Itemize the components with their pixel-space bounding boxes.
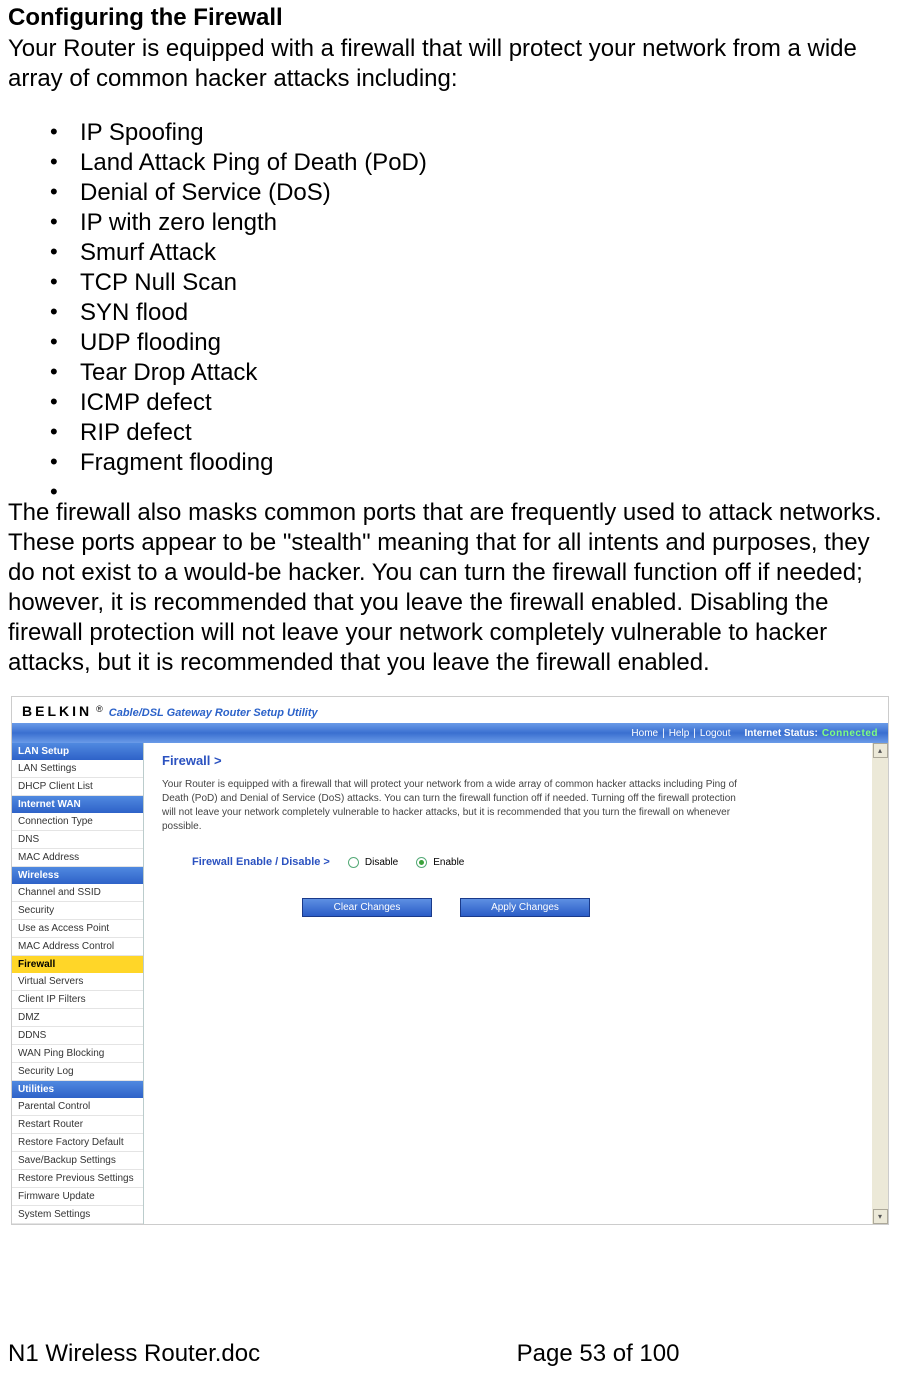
router-topbar: Home | Help | Logout Internet Status: Co… [12, 723, 888, 743]
router-ui-screenshot: BELKIN ® Cable/DSL Gateway Router Setup … [11, 696, 889, 1225]
footer-filename: N1 Wireless Router.doc [8, 1340, 260, 1368]
doc-section-title: Configuring the Firewall [8, 4, 892, 32]
sidebar-item-restore-previous[interactable]: Restore Previous Settings [12, 1170, 143, 1188]
radio-enable[interactable] [416, 857, 427, 868]
nav-help-link[interactable]: Help [669, 728, 690, 739]
sidebar-item-use-as-ap[interactable]: Use as Access Point [12, 920, 143, 938]
separator: | [662, 728, 665, 739]
list-item: UDP flooding [50, 328, 892, 358]
sidebar-item-restore-factory[interactable]: Restore Factory Default [12, 1134, 143, 1152]
scroll-down-icon[interactable]: ▾ [873, 1209, 888, 1224]
list-item: TCP Null Scan [50, 268, 892, 298]
list-item: IP Spoofing [50, 118, 892, 148]
sidebar-item-ddns[interactable]: DDNS [12, 1027, 143, 1045]
firewall-enable-disable-label: Firewall Enable / Disable > [192, 856, 330, 868]
sidebar-item-security[interactable]: Security [12, 902, 143, 920]
firewall-description: Your Router is equipped with a firewall … [162, 778, 742, 834]
sidebar-item-dhcp-client-list[interactable]: DHCP Client List [12, 778, 143, 796]
sidebar-item-security-log[interactable]: Security Log [12, 1063, 143, 1081]
list-item: RIP defect [50, 418, 892, 448]
sidebar-item-dns[interactable]: DNS [12, 831, 143, 849]
list-item: ICMP defect [50, 388, 892, 418]
sidebar-item-system-settings[interactable]: System Settings [12, 1206, 143, 1224]
page-heading-firewall: Firewall > [162, 753, 854, 768]
list-item: Land Attack Ping of Death (PoD) [50, 148, 892, 178]
list-item: SYN flood [50, 298, 892, 328]
sidebar-item-dmz[interactable]: DMZ [12, 1009, 143, 1027]
sidebar-item-lan-settings[interactable]: LAN Settings [12, 760, 143, 778]
list-item-empty [50, 478, 892, 494]
sidebar-header-internet-wan: Internet WAN [12, 796, 143, 813]
sidebar-header-firewall-active[interactable]: Firewall [12, 956, 143, 973]
radio-enable-label: Enable [433, 857, 464, 868]
sidebar-item-client-ip-filters[interactable]: Client IP Filters [12, 991, 143, 1009]
internet-status-value: Connected [822, 728, 878, 739]
sidebar-header-utilities: Utilities [12, 1081, 143, 1098]
apply-changes-button[interactable]: Apply Changes [460, 898, 590, 917]
sidebar-header-lan-setup: LAN Setup [12, 743, 143, 760]
list-item: Fragment flooding [50, 448, 892, 478]
scrollbar[interactable]: ▴ ▾ [872, 743, 888, 1224]
radio-disable-label: Disable [365, 857, 398, 868]
nav-logout-link[interactable]: Logout [700, 728, 731, 739]
sidebar-item-virtual-servers[interactable]: Virtual Servers [12, 973, 143, 991]
sidebar-item-parental-control[interactable]: Parental Control [12, 1098, 143, 1116]
doc-paragraph: The firewall also masks common ports tha… [8, 498, 892, 678]
sidebar-item-wan-ping-blocking[interactable]: WAN Ping Blocking [12, 1045, 143, 1063]
sidebar-item-channel-ssid[interactable]: Channel and SSID [12, 884, 143, 902]
footer-page-number: Page 53 of 100 [304, 1340, 892, 1368]
sidebar-item-firmware-update[interactable]: Firmware Update [12, 1188, 143, 1206]
router-subtitle: Cable/DSL Gateway Router Setup Utility [109, 707, 318, 719]
router-sidebar: LAN Setup LAN Settings DHCP Client List … [12, 743, 144, 1224]
list-item: Tear Drop Attack [50, 358, 892, 388]
list-item: IP with zero length [50, 208, 892, 238]
separator: | [693, 728, 696, 739]
router-main-panel: Firewall > Your Router is equipped with … [144, 743, 872, 1224]
nav-home-link[interactable]: Home [631, 728, 658, 739]
brand-logo: BELKIN [22, 703, 92, 719]
sidebar-item-connection-type[interactable]: Connection Type [12, 813, 143, 831]
list-item: Denial of Service (DoS) [50, 178, 892, 208]
attack-bullet-list: IP Spoofing Land Attack Ping of Death (P… [50, 118, 892, 494]
clear-changes-button[interactable]: Clear Changes [302, 898, 432, 917]
list-item: Smurf Attack [50, 238, 892, 268]
document-footer: N1 Wireless Router.doc Page 53 of 100 [8, 1340, 892, 1368]
doc-intro-text: Your Router is equipped with a firewall … [8, 34, 892, 94]
sidebar-header-wireless: Wireless [12, 867, 143, 884]
internet-status-label: Internet Status: [744, 728, 817, 739]
sidebar-item-restart-router[interactable]: Restart Router [12, 1116, 143, 1134]
sidebar-item-mac-control[interactable]: MAC Address Control [12, 938, 143, 956]
sidebar-item-mac-address[interactable]: MAC Address [12, 849, 143, 867]
sidebar-item-save-backup[interactable]: Save/Backup Settings [12, 1152, 143, 1170]
scroll-up-icon[interactable]: ▴ [873, 743, 888, 758]
radio-disable[interactable] [348, 857, 359, 868]
registered-mark: ® [96, 704, 103, 714]
